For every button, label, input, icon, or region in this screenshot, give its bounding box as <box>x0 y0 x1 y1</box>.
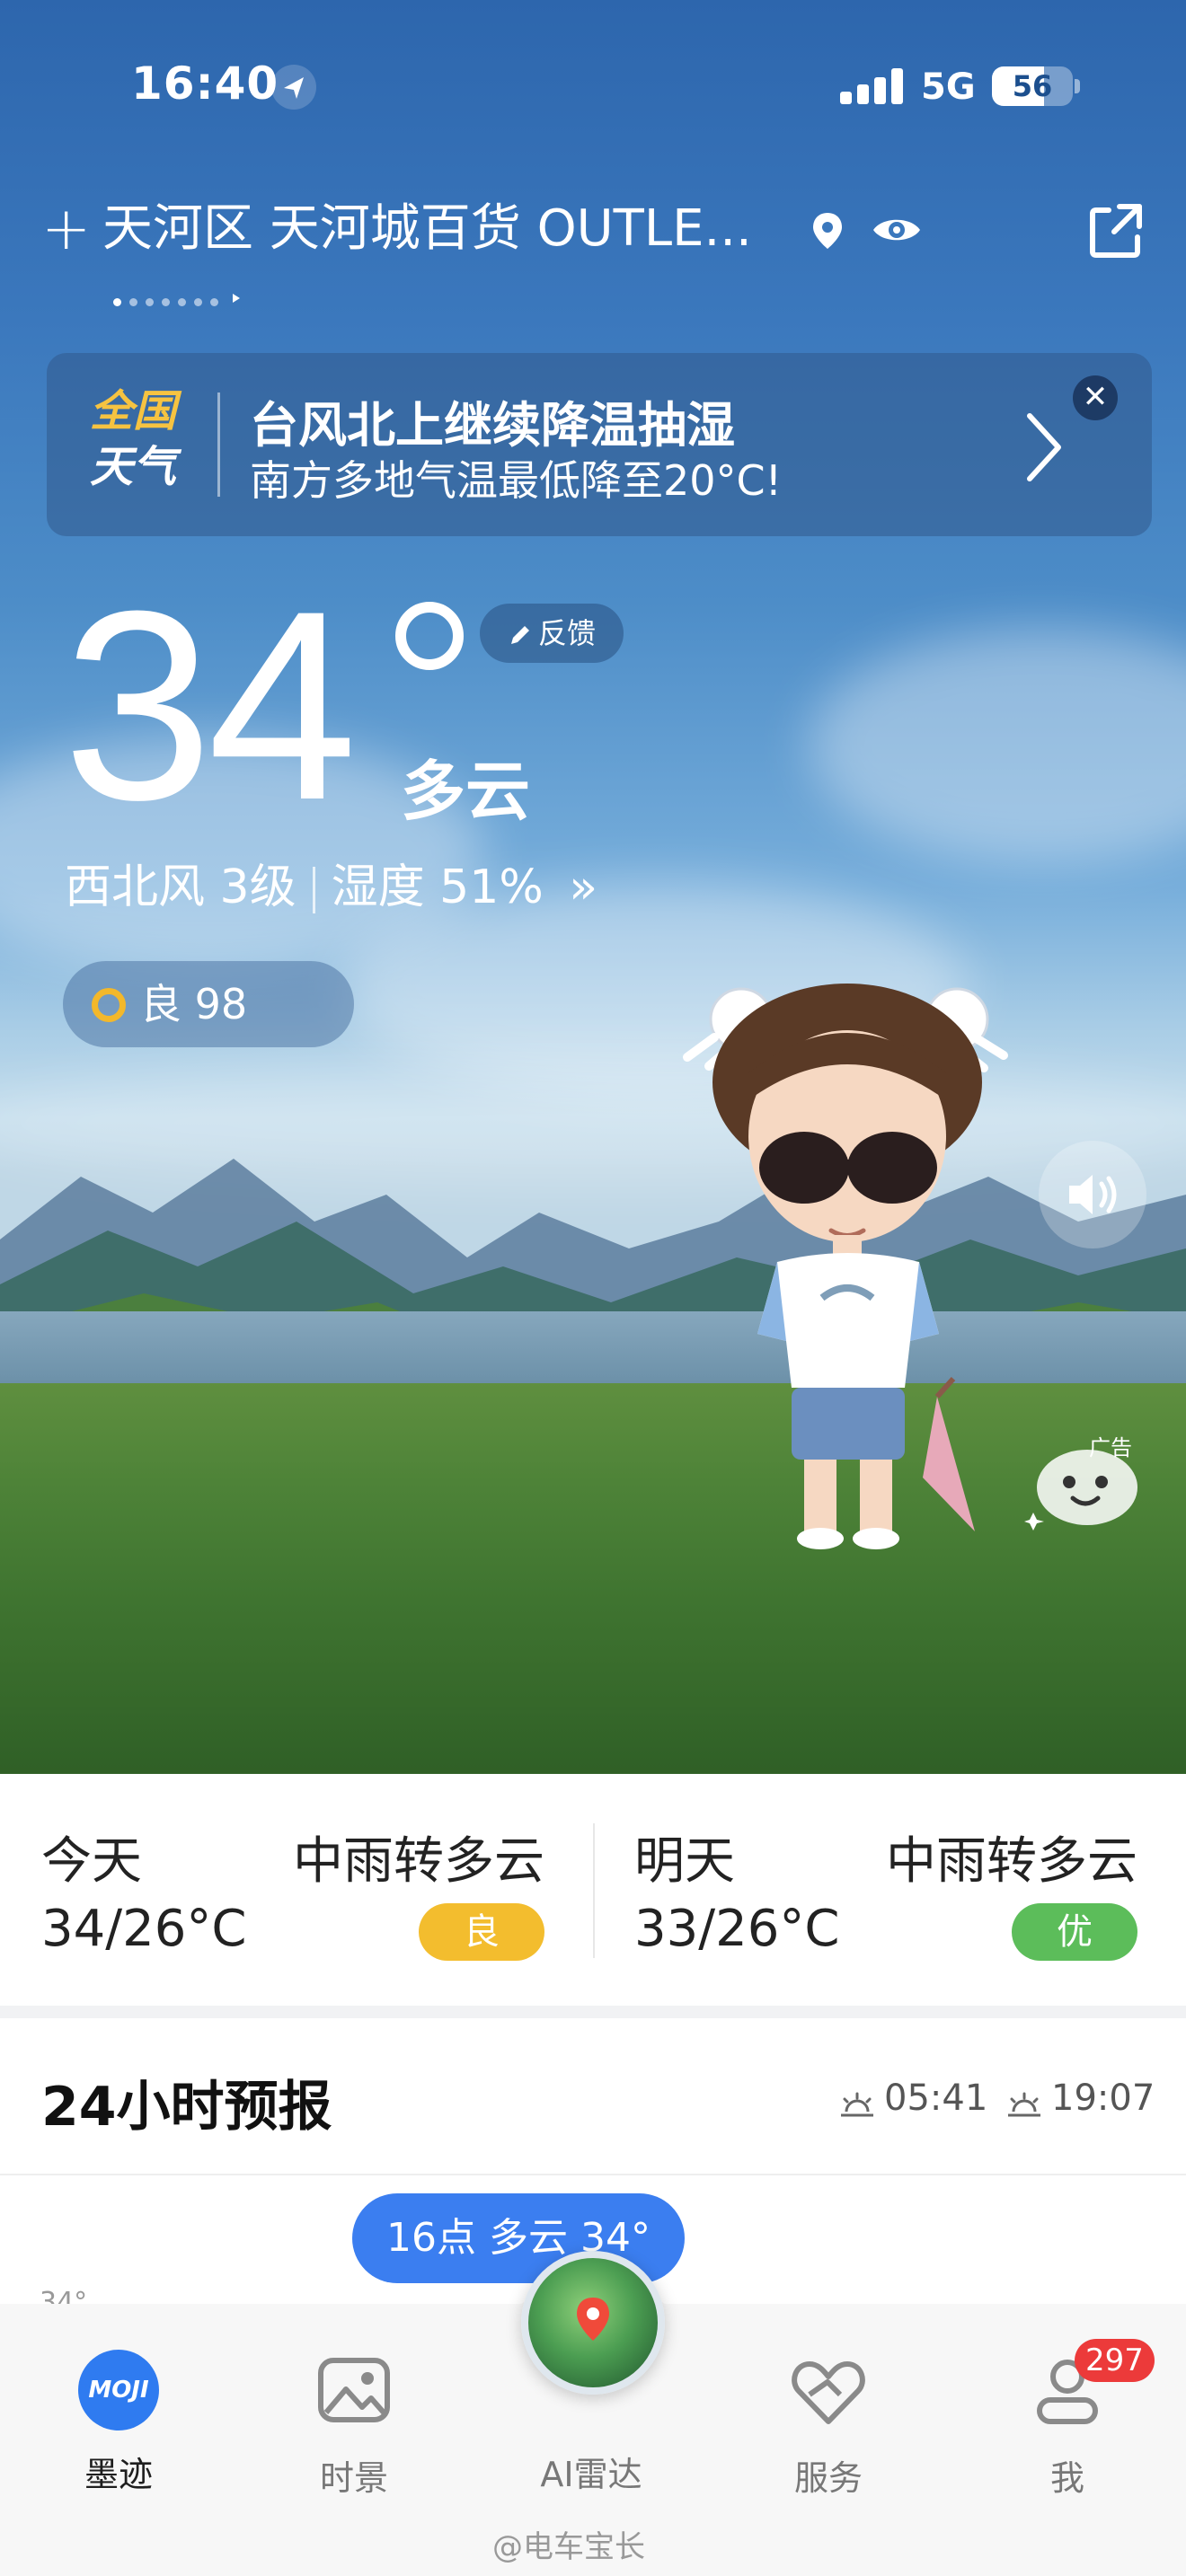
today-card[interactable]: 今天 中雨转多云 34/26°C 良 <box>0 1774 593 2003</box>
add-city-button[interactable]: + <box>41 189 91 269</box>
tomorrow-temp: 33/26°C <box>634 1900 840 1958</box>
page-dot <box>162 298 170 306</box>
page-nav-arrow-icon <box>233 294 241 303</box>
aqi-ring-icon <box>92 988 126 1022</box>
heart-hands-icon <box>792 2361 865 2424</box>
avatar-character[interactable] <box>669 975 1020 1576</box>
location-name[interactable]: 天河区 天河城百货 OUTLE... <box>102 189 785 269</box>
tab-scenery[interactable]: 时景 <box>264 2350 444 2500</box>
divider <box>593 1823 595 1958</box>
today-label: 今天 <box>41 1832 142 1891</box>
battery-level: 56 <box>1012 69 1053 103</box>
tomorrow-aqi-badge: 优 <box>1012 1903 1137 1961</box>
watermark: @电车宝长 <box>492 2529 645 2565</box>
tab-moji[interactable]: MOJI 墨迹 <box>29 2350 208 2496</box>
sunrise-icon <box>837 2086 877 2117</box>
page-indicator[interactable] <box>113 293 242 306</box>
battery-tip <box>1075 79 1080 93</box>
today-condition: 中雨转多云 <box>293 1832 544 1891</box>
banner-close-button[interactable]: ✕ <box>1073 375 1118 420</box>
feedback-label: 反馈 <box>537 616 596 650</box>
tab-label: AI雷达 <box>540 2455 642 2494</box>
tab-label: 服务 <box>793 2458 863 2498</box>
signal-icon <box>840 68 903 104</box>
sunset-time: 19:07 <box>1051 2078 1155 2119</box>
degree-symbol <box>395 602 464 670</box>
page-dot <box>194 298 202 306</box>
more-arrow-icon: » <box>569 860 598 914</box>
tab-label: 时景 <box>319 2458 388 2498</box>
sound-button[interactable] <box>1039 1141 1146 1248</box>
photo-icon <box>318 2358 390 2422</box>
hourly-forecast-title: 24小时预报 <box>41 2076 332 2139</box>
logo-line2: 天气 <box>90 442 177 492</box>
banner-subtitle: 南方多地气温最低降至20°C! <box>250 456 783 505</box>
divider <box>312 867 315 913</box>
eye-icon[interactable] <box>872 212 922 248</box>
location-row: + 天河区 天河城百货 OUTLE... <box>0 189 1186 269</box>
tomorrow-condition: 中雨转多云 <box>886 1832 1137 1891</box>
logo-line1: 全国 <box>90 386 177 437</box>
page-dot <box>129 298 137 306</box>
network-type: 5G <box>921 66 976 108</box>
share-icon[interactable] <box>1084 196 1152 264</box>
news-banner[interactable]: 全国 天气 台风北上继续降温抽湿 南方多地气温最低降至20°C! <box>47 353 1152 536</box>
tomorrow-card[interactable]: 明天 中雨转多云 33/26°C 优 <box>593 1774 1186 2003</box>
chevron-right-icon[interactable] <box>1017 407 1071 488</box>
feedback-button[interactable]: 反馈 <box>480 604 624 663</box>
page-dot <box>210 298 218 306</box>
sunrise-time: 05:41 <box>884 2078 988 2119</box>
location-arrow-icon <box>271 65 316 110</box>
page-dot <box>113 298 121 306</box>
aqi-pill[interactable]: 良 98 <box>63 961 354 1047</box>
today-aqi-badge: 良 <box>419 1903 544 1961</box>
speaker-icon <box>1069 1175 1117 1214</box>
location-pin-icon[interactable] <box>807 210 848 251</box>
hourly-forecast-header: 24小时预报 05:41 19:07 <box>0 2018 1186 2175</box>
status-time: 16:40 <box>131 57 279 110</box>
ad-mascot-icon[interactable] <box>1024 1441 1141 1531</box>
moji-logo-text: MOJI <box>78 2350 159 2430</box>
sunset: 19:07 <box>1005 2078 1155 2119</box>
moji-logo-icon: MOJI <box>78 2350 159 2430</box>
pencil-icon <box>510 626 529 644</box>
wind-humidity-row[interactable]: 西北风 3级 湿度 51% » <box>65 849 597 916</box>
national-weather-logo: 全国 天气 <box>90 384 198 506</box>
weather-condition: 多云 <box>401 754 531 829</box>
tab-services[interactable]: 服务 <box>739 2350 918 2500</box>
today-temp: 34/26°C <box>41 1900 247 1958</box>
notification-badge: 297 <box>1075 2339 1155 2382</box>
battery-icon: 56 <box>992 66 1073 106</box>
page-dot <box>146 298 154 306</box>
aqi-value: 良 98 <box>140 980 248 1028</box>
status-bar: 16:40 5G 56 <box>0 0 1186 171</box>
sunset-icon <box>1005 2086 1044 2117</box>
sunrise: 05:41 <box>837 2078 987 2119</box>
page-dot <box>178 298 186 306</box>
humidity-info: 湿度 51% <box>331 860 544 914</box>
tab-ai-radar[interactable]: AI雷达 <box>501 2350 681 2496</box>
section-gap <box>0 2006 1186 2018</box>
current-temperature: 34 <box>63 554 358 856</box>
cloud <box>809 629 1186 862</box>
tab-label: 我 <box>1049 2458 1084 2498</box>
tomorrow-label: 明天 <box>634 1832 735 1891</box>
tab-label: 墨迹 <box>84 2455 153 2494</box>
wind-info: 西北风 3级 <box>65 860 296 914</box>
divider <box>217 393 220 497</box>
banner-title: 台风北上继续降温抽湿 <box>250 397 735 454</box>
